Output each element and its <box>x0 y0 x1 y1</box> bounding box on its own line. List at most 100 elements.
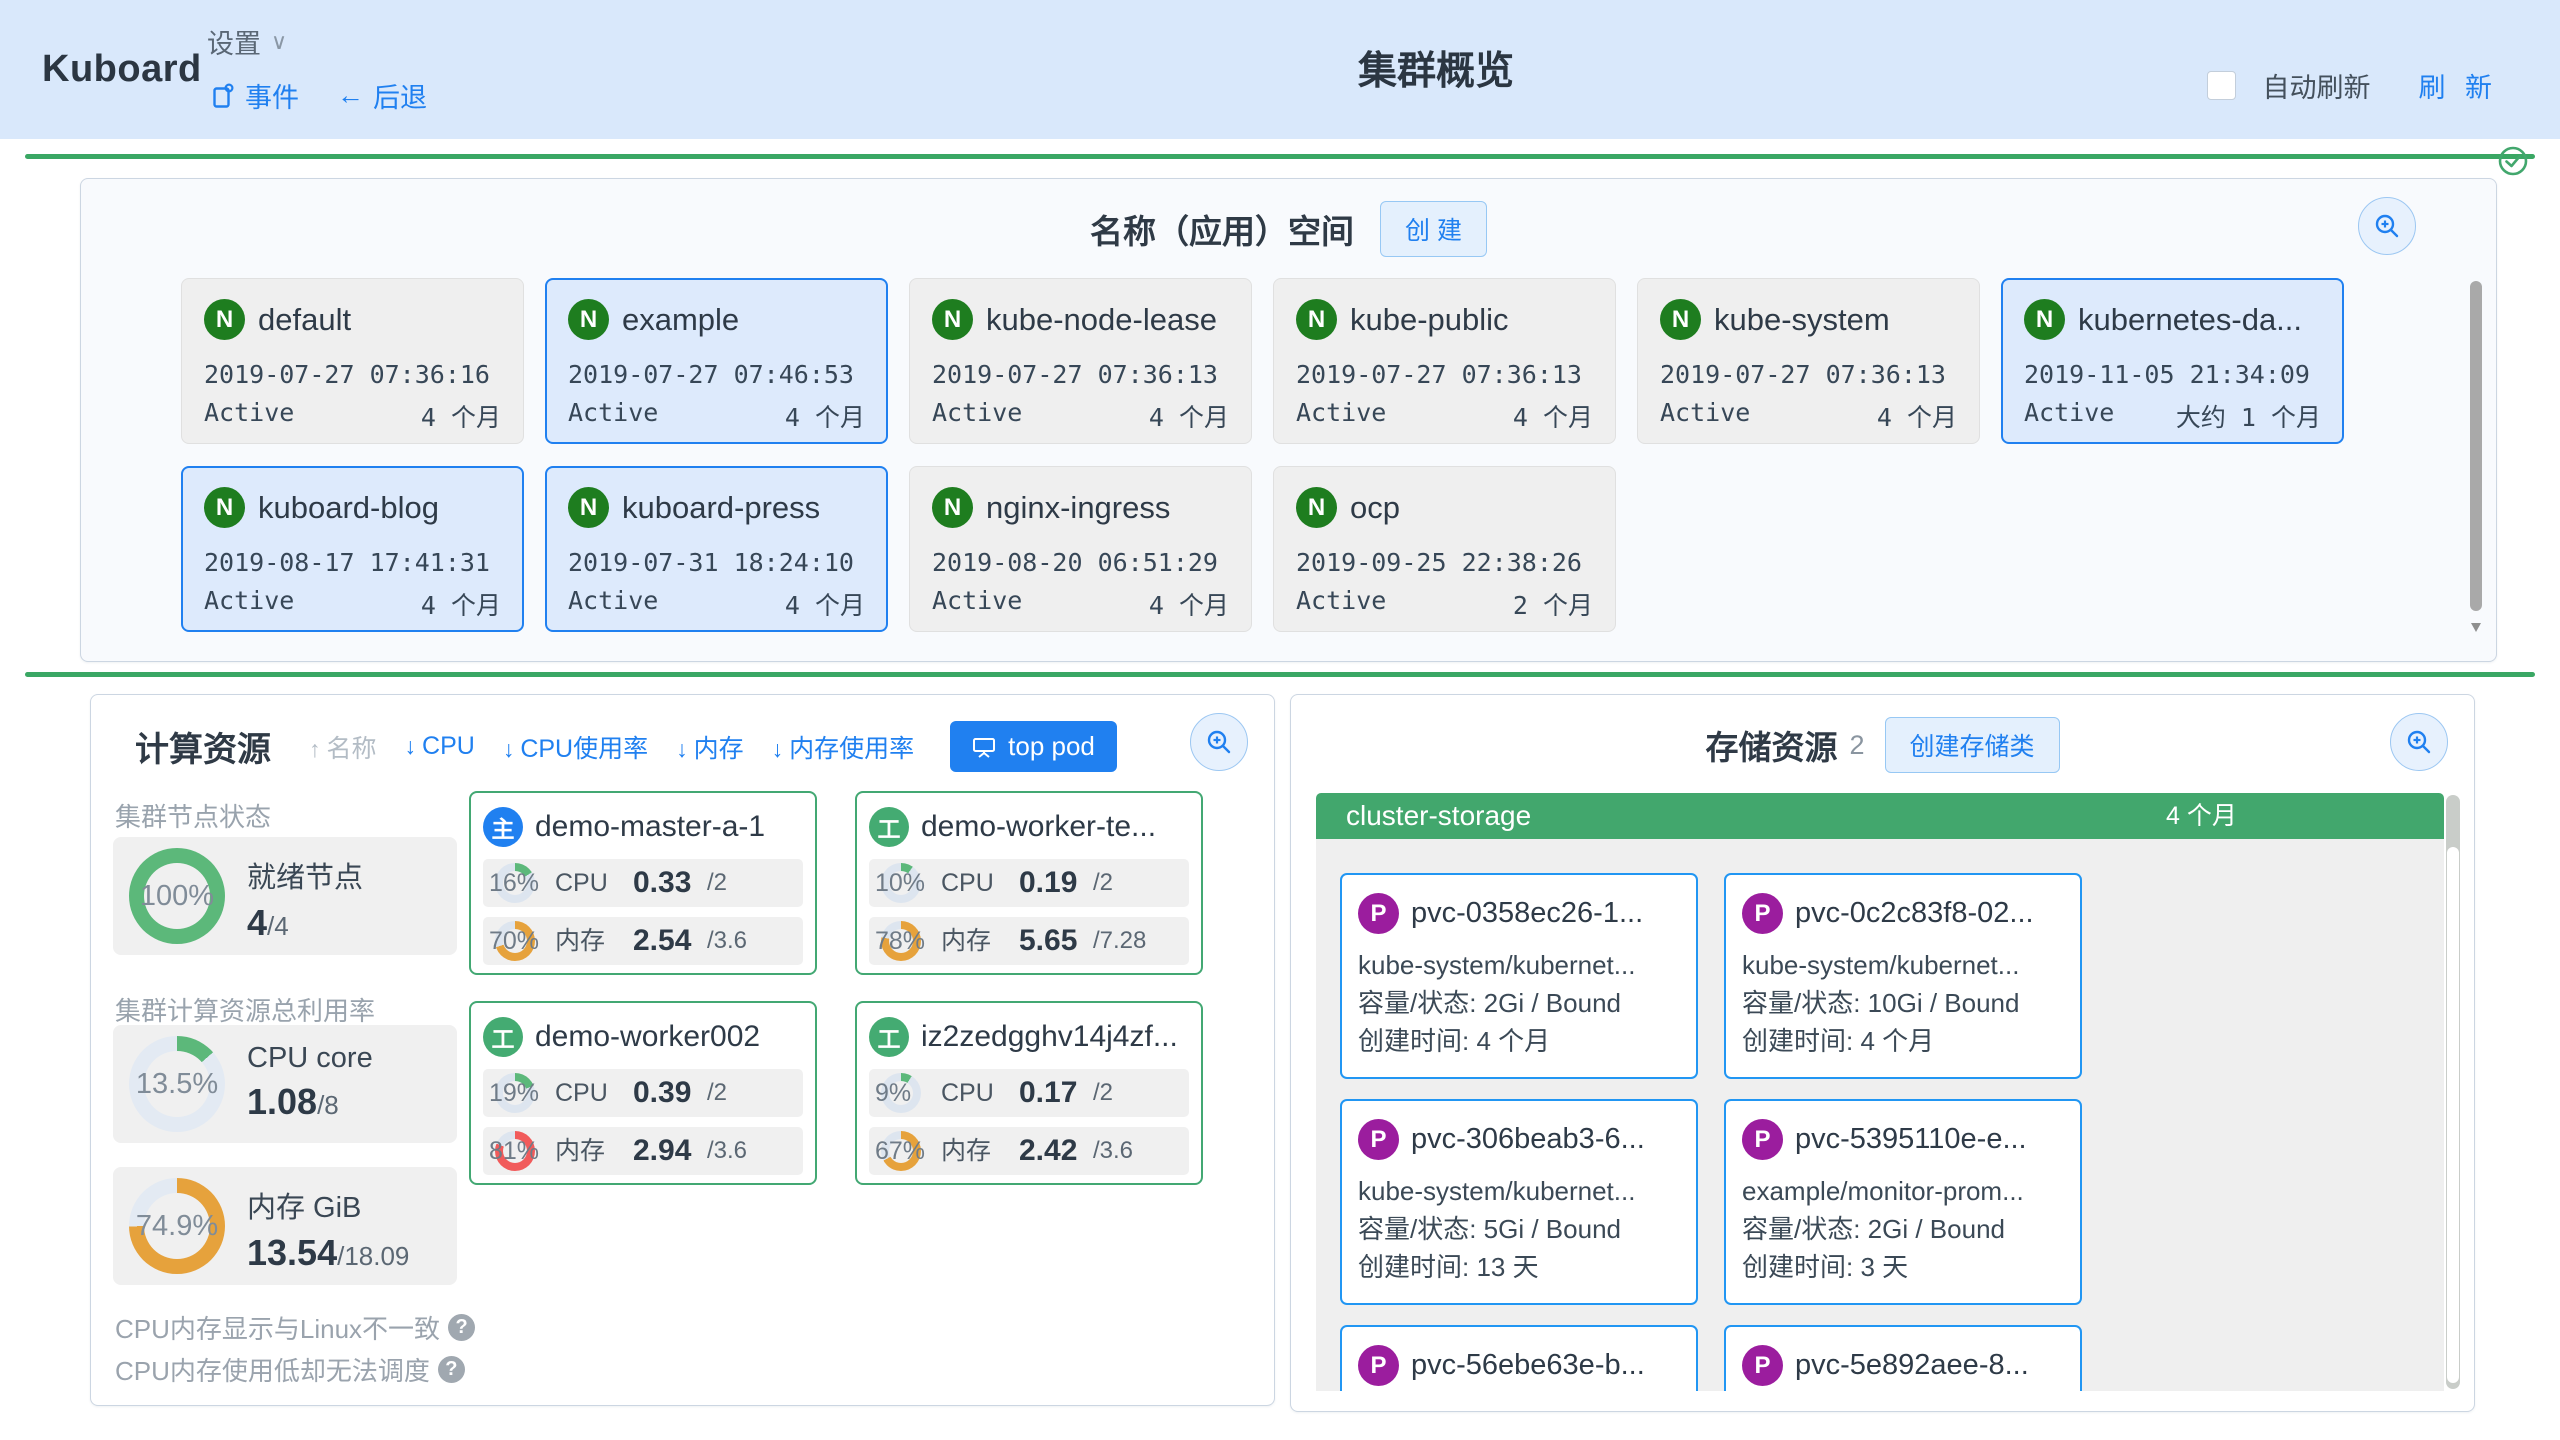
pvc-card-56ebe63e[interactable]: Ppvc-56ebe63e-b... kube-system/kubernet.… <box>1340 1325 1698 1391</box>
memory-label: 内存 <box>941 917 991 965</box>
node-card-demo-worker-te[interactable]: 工demo-worker-te... 10% CPU 0.19 /2 78% 内… <box>855 791 1203 975</box>
namespace-age: 大约 1 个月 <box>2176 398 2321 434</box>
namespace-name: kuboard-blog <box>258 490 439 526</box>
question-icon[interactable]: ? <box>448 1314 475 1341</box>
pvc-ref: kube-system/kubernet... <box>1358 946 1680 984</box>
memory-value: 2.54 <box>633 917 691 965</box>
scrollbar-thumb[interactable] <box>2470 281 2482 611</box>
compute-zoom-button[interactable] <box>1190 713 1248 771</box>
memory-label: 内存 <box>555 917 605 965</box>
create-namespace-button[interactable]: 创 建 <box>1380 201 1487 257</box>
auto-refresh-checkbox[interactable] <box>2207 71 2236 100</box>
footnote-cpu-linux[interactable]: CPU内存显示与Linux不一致 ? <box>115 1309 475 1346</box>
namespace-card-kube-node-lease[interactable]: Nkube-node-lease 2019-07-27 07:36:13 Act… <box>909 278 1252 444</box>
node-cpu-metric: 10% CPU 0.19 /2 <box>869 859 1189 907</box>
pvc-card-5e892aee[interactable]: Ppvc-5e892aee-8... example/monitor-prom.… <box>1724 1325 2082 1391</box>
events-link[interactable]: 事件 <box>212 76 299 115</box>
storage-scrollbar[interactable] <box>2446 795 2460 1389</box>
namespace-created: 2019-08-20 06:51:29 <box>932 548 1229 577</box>
compute-panel-header: 计算资源 ↑名称 ↓CPU ↓CPU使用率 ↓内存 ↓内存使用率 top pod <box>135 721 1117 772</box>
scrollbar-thumb[interactable] <box>2447 847 2459 1383</box>
namespace-name: kube-public <box>1350 302 1509 338</box>
namespace-age: 2 个月 <box>1513 586 1593 622</box>
namespaces-panel: 名称（应用）空间 创 建 Ndefault 2019-07-27 07:36:1… <box>80 178 2497 662</box>
sort-asc-icon: ↑ <box>309 736 321 762</box>
namespace-card-kube-system[interactable]: Nkube-system 2019-07-27 07:36:13 Active4… <box>1637 278 1980 444</box>
namespace-card-ocp[interactable]: Nocp 2019-09-25 22:38:26 Active2 个月 <box>1273 466 1616 632</box>
cpu-percent: 19% <box>489 1069 539 1117</box>
namespace-card-default[interactable]: Ndefault 2019-07-27 07:36:16 Active4 个月 <box>181 278 524 444</box>
namespace-created: 2019-07-31 18:24:10 <box>568 548 865 577</box>
top-pod-button[interactable]: top pod <box>950 721 1117 772</box>
node-name: iz2zedgghv14j4zf... <box>921 1020 1178 1054</box>
memory-percent: 78% <box>875 917 925 965</box>
magnifier-plus-icon <box>2405 728 2433 756</box>
namespace-status: Active <box>204 398 294 434</box>
create-storage-class-button[interactable]: 创建存储类 <box>1885 717 2060 773</box>
namespaces-zoom-button[interactable] <box>2358 197 2416 255</box>
storage-class-header-bar[interactable]: cluster-storage 4 个月 <box>1316 793 2444 839</box>
node-card-iz2zedgghv14j4zf[interactable]: 工iz2zedgghv14j4zf... 9% CPU 0.17 /2 67% … <box>855 1001 1203 1185</box>
sort-by-memory-usage[interactable]: ↓内存使用率 <box>772 729 915 765</box>
namespace-icon: N <box>2024 299 2065 340</box>
back-link[interactable]: ← 后退 <box>337 76 427 115</box>
pvc-card-5395110e[interactable]: Ppvc-5395110e-e... example/monitor-prom.… <box>1724 1099 2082 1305</box>
namespace-card-example[interactable]: Nexample 2019-07-27 07:46:53 Active4 个月 <box>545 278 888 444</box>
pvc-created: 创建时间: 4 个月 <box>1742 1022 2064 1060</box>
worker-node-icon: 工 <box>869 1017 909 1057</box>
node-card-demo-worker002[interactable]: 工demo-worker002 19% CPU 0.39 /2 81% 内存 2… <box>469 1001 817 1185</box>
master-node-icon: 主 <box>483 807 523 847</box>
pvc-name: pvc-306beab3-6... <box>1411 1123 1645 1156</box>
namespace-name: kube-node-lease <box>986 302 1217 338</box>
namespace-status: Active <box>1296 398 1386 434</box>
namespace-card-nginx-ingress[interactable]: Nnginx-ingress 2019-08-20 06:51:29 Activ… <box>909 466 1252 632</box>
pvc-card-0358ec26[interactable]: Ppvc-0358ec26-1... kube-system/kubernet.… <box>1340 873 1698 1079</box>
namespace-card-kuboard-blog[interactable]: Nkuboard-blog 2019-08-17 17:41:31 Active… <box>181 466 524 632</box>
namespace-name: kubernetes-da... <box>2078 302 2302 338</box>
kuboard-logo[interactable]: Kuboard <box>42 48 202 91</box>
memory-total: /7.28 <box>1093 917 1146 965</box>
cpu-percent: 16% <box>489 859 539 907</box>
sort-by-name[interactable]: ↑名称 <box>309 729 377 765</box>
namespace-age: 4 个月 <box>421 398 501 434</box>
magnifier-plus-icon <box>1205 728 1233 756</box>
cpu-total: /2 <box>1093 1069 1113 1117</box>
footnote-cpu-schedule[interactable]: CPU内存使用低却无法调度 ? <box>115 1351 465 1388</box>
pvc-name: pvc-56ebe63e-b... <box>1411 1349 1645 1382</box>
node-card-demo-master-a-1[interactable]: 主demo-master-a-1 16% CPU 0.33 /2 70% 内存 … <box>469 791 817 975</box>
magnifier-plus-icon <box>2373 212 2401 240</box>
namespace-name: example <box>622 302 739 338</box>
namespace-icon: N <box>568 299 609 340</box>
page-title: 集群概览 <box>1358 40 1514 96</box>
namespace-age: 4 个月 <box>1513 398 1593 434</box>
namespace-created: 2019-07-27 07:36:13 <box>932 360 1229 389</box>
pvc-capacity-status: 容量/状态: 10Gi / Bound <box>1742 984 2064 1022</box>
sort-by-cpu[interactable]: ↓CPU <box>405 732 475 761</box>
namespace-card-kube-public[interactable]: Nkube-public 2019-07-27 07:36:13 Active4… <box>1273 278 1616 444</box>
namespace-card-kuboard-press[interactable]: Nkuboard-press 2019-07-31 18:24:10 Activ… <box>545 466 888 632</box>
memory-total: /3.6 <box>707 1127 747 1175</box>
pvc-card-306beab3[interactable]: Ppvc-306beab3-6... kube-system/kubernet.… <box>1340 1099 1698 1305</box>
namespace-status: Active <box>1296 586 1386 622</box>
namespace-age: 4 个月 <box>1149 586 1229 622</box>
storage-zoom-button[interactable] <box>2390 713 2448 771</box>
namespace-status: Active <box>932 586 1022 622</box>
pvc-card-0c2c83f8[interactable]: Ppvc-0c2c83f8-02... kube-system/kubernet… <box>1724 873 2082 1079</box>
settings-dropdown[interactable]: 设置 ∨ <box>207 22 287 61</box>
ready-nodes-card: 100% 就绪节点 4/4 <box>113 837 457 955</box>
namespace-status: Active <box>568 586 658 622</box>
cpu-percent: 9% <box>875 1069 911 1117</box>
namespace-name: default <box>258 302 351 338</box>
question-icon[interactable]: ? <box>438 1356 465 1383</box>
namespaces-title: 名称（应用）空间 <box>1090 205 1354 253</box>
memory-value: 2.42 <box>1019 1127 1077 1175</box>
scrollbar-down-arrow[interactable] <box>2471 623 2481 632</box>
status-ok-check-icon <box>2498 146 2528 176</box>
sort-by-memory[interactable]: ↓内存 <box>676 729 744 765</box>
ready-nodes-percent: 100% <box>129 848 225 944</box>
header-subnav: 事件 ← 后退 <box>212 76 427 115</box>
sort-by-cpu-usage[interactable]: ↓CPU使用率 <box>503 729 648 765</box>
refresh-button[interactable]: 刷 新 <box>2418 66 2498 105</box>
pvc-icon: P <box>1742 1345 1783 1386</box>
namespace-card-kubernetes-dashboard[interactable]: Nkubernetes-da... 2019-11-05 21:34:09 Ac… <box>2001 278 2344 444</box>
